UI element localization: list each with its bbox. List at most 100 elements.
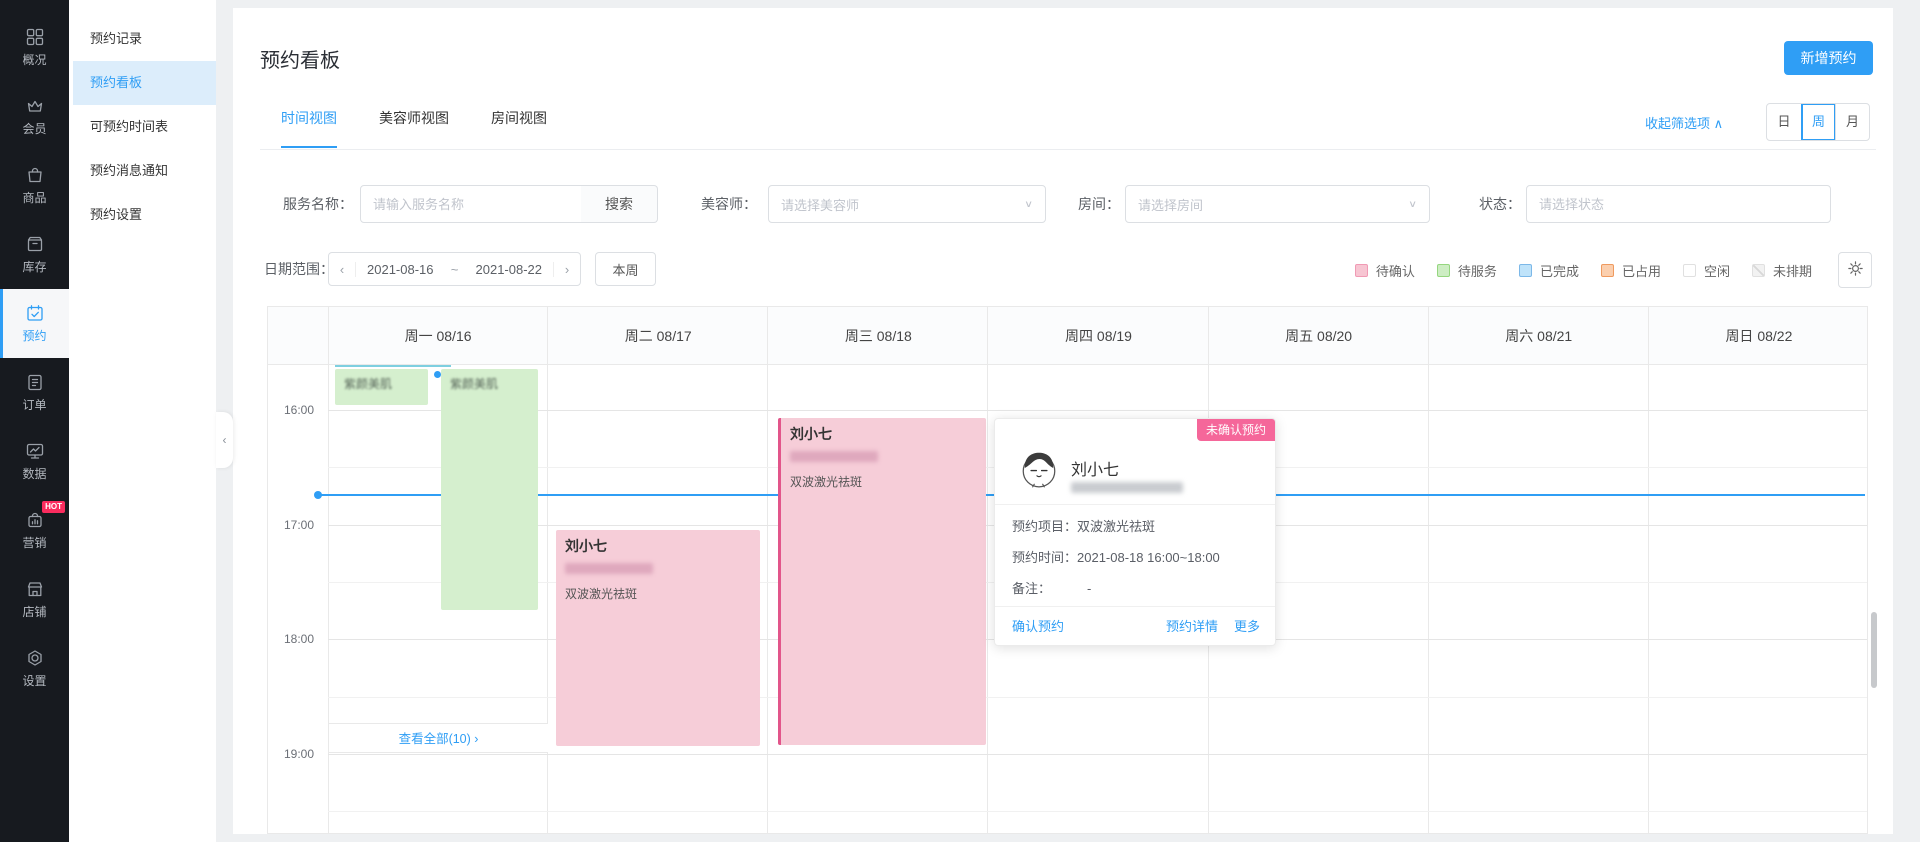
- sidebar-item-shop[interactable]: 店铺: [0, 565, 69, 634]
- mode-day-button[interactable]: 日: [1767, 104, 1801, 140]
- service-name-label: 服务名称：: [283, 185, 353, 223]
- legend-item: 已占用: [1601, 261, 1661, 280]
- tab-room-view[interactable]: 房间视图: [491, 108, 547, 148]
- popover-divider: [995, 504, 1275, 505]
- event-block[interactable]: 刘小七双波激光祛斑: [778, 418, 986, 745]
- sidebar-item-inventory[interactable]: 库存: [0, 220, 69, 289]
- customer-name: 刘小七: [1071, 456, 1119, 480]
- new-appointment-button[interactable]: 新增预约: [1784, 41, 1873, 75]
- next-week-arrow[interactable]: ›: [553, 262, 580, 277]
- submenu-item-notifications[interactable]: 预约消息通知: [69, 149, 216, 193]
- time-value: 2021-08-18 16:00~18:00: [1077, 550, 1220, 565]
- sidebar-item-overview[interactable]: 概况: [0, 13, 69, 82]
- legend-swatch: [1601, 264, 1614, 277]
- view-all-link[interactable]: 查看全部(10) ›: [329, 723, 548, 753]
- sidebar-item-appointment[interactable]: 预约: [0, 289, 69, 358]
- submenu-item-records[interactable]: 预约记录: [69, 17, 216, 61]
- sidebar-item-label: 营销: [22, 534, 46, 551]
- legend-swatch: [1752, 264, 1765, 277]
- submenu-item-board[interactable]: 预约看板: [73, 61, 216, 105]
- sidebar-item-goods[interactable]: 商品: [0, 151, 69, 220]
- shop-icon: [25, 579, 45, 599]
- event-block[interactable]: 紫颜美肌: [335, 369, 428, 405]
- date-range-end[interactable]: 2021-08-22: [465, 262, 554, 277]
- more-events-indicator-dot: [434, 371, 441, 378]
- redacted-phone: [565, 563, 653, 574]
- legend-item: 空闲: [1683, 261, 1730, 280]
- sidebar-item-label: 订单: [22, 396, 46, 413]
- room-select-placeholder: 请选择房间: [1138, 195, 1203, 214]
- current-time-dot: [314, 491, 322, 499]
- popover-footer: 确认预约 预约详情 更多: [995, 606, 1275, 646]
- scrollbar-thumb[interactable]: [1871, 612, 1877, 688]
- calendar-settings-button[interactable]: [1838, 252, 1872, 288]
- mode-week-button[interactable]: 周: [1801, 104, 1835, 140]
- sidebar-item-label: 数据: [22, 465, 46, 482]
- prev-week-arrow[interactable]: ‹: [329, 262, 356, 277]
- event-title: 紫颜美肌: [450, 375, 529, 392]
- this-week-button[interactable]: 本周: [595, 252, 656, 286]
- legend-item: 待服务: [1437, 261, 1497, 280]
- redacted-phone: [1071, 482, 1183, 493]
- legend-label: 空闲: [1704, 261, 1730, 280]
- primary-sidebar: 概况会员商品库存预约订单数据营销HOT店铺设置: [0, 0, 69, 842]
- legend-item: 待确认: [1355, 261, 1415, 280]
- event-block[interactable]: 紫颜美肌: [441, 369, 538, 610]
- settings-icon: [25, 648, 45, 668]
- legend-swatch: [1437, 264, 1450, 277]
- chevron-left-icon: ‹: [223, 433, 227, 447]
- sidebar-collapse-handle[interactable]: ‹: [216, 412, 233, 468]
- redacted-phone: [790, 451, 878, 462]
- sidebar-item-order[interactable]: 订单: [0, 358, 69, 427]
- chevron-down-icon: ∨: [1024, 198, 1033, 209]
- scrolled-event-edge: [335, 365, 451, 367]
- sidebar-item-label: 预约: [22, 327, 46, 344]
- more-actions-link[interactable]: 更多: [1234, 619, 1260, 634]
- main-panel: 预约看板 新增预约 时间视图美容师视图房间视图 收起筛选项 ∧ 日周月 服务名称…: [233, 8, 1893, 834]
- sidebar-item-marketing[interactable]: 营销HOT: [0, 496, 69, 565]
- sidebar-item-member[interactable]: 会员: [0, 82, 69, 151]
- sidebar-item-data[interactable]: 数据: [0, 427, 69, 496]
- grid-row-line: [328, 754, 1867, 755]
- customer-avatar: [1018, 448, 1060, 490]
- confirm-appointment-link[interactable]: 确认预约: [1012, 607, 1064, 647]
- beautician-select[interactable]: 请选择美容师 ∨: [768, 185, 1046, 223]
- event-service-name: 双波激光祛斑: [565, 585, 751, 602]
- appointment-detail-link[interactable]: 预约详情: [1166, 619, 1218, 634]
- day-header: 周三 08/18: [768, 307, 988, 365]
- data-icon: [25, 441, 45, 461]
- overview-icon: [25, 27, 45, 47]
- goods-icon: [25, 165, 45, 185]
- tab-beautician-view[interactable]: 美容师视图: [379, 108, 449, 148]
- day-header: 周四 08/19: [988, 307, 1208, 365]
- legend-swatch: [1519, 264, 1532, 277]
- tab-time-view[interactable]: 时间视图: [281, 108, 337, 148]
- status-label: 状态：: [1479, 185, 1521, 223]
- mode-month-button[interactable]: 月: [1835, 104, 1869, 140]
- appointment-popover: 未确认预约 刘小七 预约项目：双波激光祛斑: [994, 418, 1276, 646]
- room-label: 房间：: [1078, 185, 1120, 223]
- submenu-item-timetable[interactable]: 可预约时间表: [69, 105, 216, 149]
- room-select[interactable]: 请选择房间 ∨: [1125, 185, 1430, 223]
- event-block[interactable]: 刘小七双波激光祛斑: [556, 530, 760, 746]
- member-icon: [25, 96, 45, 116]
- search-button[interactable]: 搜索: [581, 185, 658, 223]
- event-customer-name: 刘小七: [790, 424, 977, 444]
- grid-row-line: [328, 811, 1867, 812]
- legend-label: 已完成: [1540, 261, 1579, 280]
- app-root: 概况会员商品库存预约订单数据营销HOT店铺设置 预约记录预约看板可预约时间表预约…: [0, 0, 1920, 842]
- sidebar-item-settings[interactable]: 设置: [0, 634, 69, 703]
- tabs-divider: [260, 149, 1876, 150]
- sidebar-item-label: 会员: [22, 120, 46, 137]
- inventory-icon: [25, 234, 45, 254]
- status-select[interactable]: [1526, 185, 1831, 223]
- date-range-start[interactable]: 2021-08-16: [356, 262, 445, 277]
- calendar-grid: 查看全部(10) › 未确认预约 刘小七 预约项目：双: [267, 306, 1868, 834]
- legend-label: 待确认: [1376, 261, 1415, 280]
- legend-label: 已占用: [1622, 261, 1661, 280]
- appointment-icon: [25, 303, 45, 323]
- service-name-input[interactable]: [360, 185, 582, 223]
- date-range-separator: ~: [445, 262, 465, 277]
- collapse-filters-link[interactable]: 收起筛选项 ∧: [1645, 113, 1723, 132]
- submenu-item-settings[interactable]: 预约设置: [69, 193, 216, 237]
